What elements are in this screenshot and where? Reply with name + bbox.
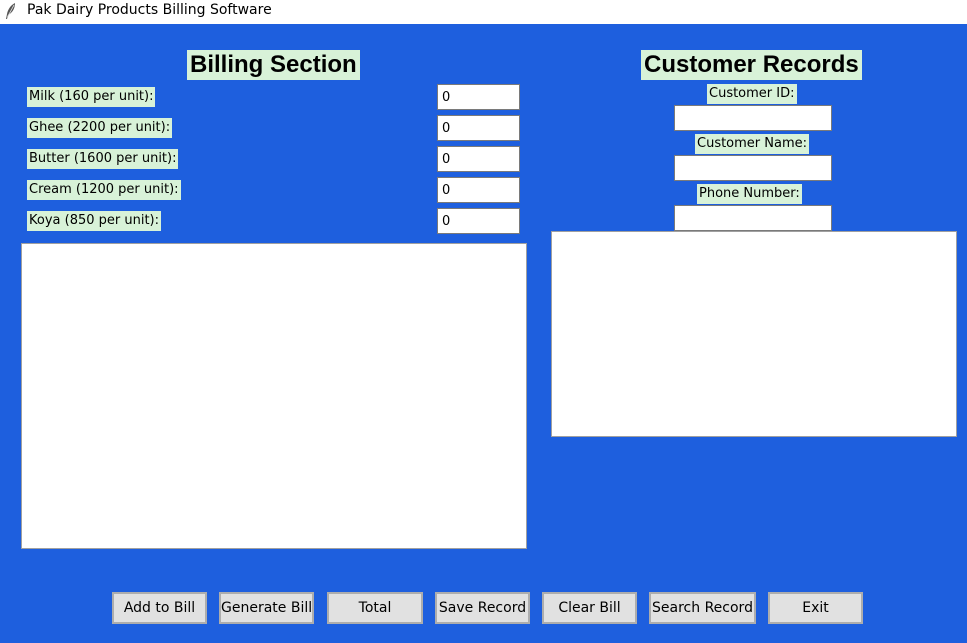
title-bar: Pak Dairy Products Billing Software [0,0,967,24]
feather-icon [6,3,15,19]
phone-number-label: Phone Number: [697,184,802,204]
exit-button[interactable]: Exit [768,592,863,624]
bill-text-area[interactable] [21,243,527,549]
butter-quantity-input[interactable] [437,146,520,172]
customer-records-heading: Customer Records [641,50,862,80]
add-to-bill-button[interactable]: Add to Bill [112,592,207,624]
save-record-button[interactable]: Save Record [435,592,530,624]
clear-bill-button[interactable]: Clear Bill [542,592,637,624]
koya-quantity-input[interactable] [437,208,520,234]
billing-section-heading: Billing Section [187,50,360,80]
customer-id-label: Customer ID: [707,84,797,104]
window-title: Pak Dairy Products Billing Software [27,2,272,18]
milk-label: Milk (160 per unit): [27,87,156,107]
ghee-label: Ghee (2200 per unit): [27,118,173,138]
search-record-button[interactable]: Search Record [649,592,756,624]
cream-quantity-input[interactable] [437,177,520,203]
butter-label: Butter (1600 per unit): [27,149,179,169]
customer-name-label: Customer Name: [695,134,810,154]
koya-label: Koya (850 per unit): [27,211,162,231]
generate-bill-button[interactable]: Generate Bill [219,592,314,624]
customer-name-input[interactable] [674,155,832,181]
ghee-quantity-input[interactable] [437,115,520,141]
milk-quantity-input[interactable] [437,84,520,110]
total-button[interactable]: Total [327,592,423,624]
customer-records-text-area[interactable] [551,231,957,437]
cream-label: Cream (1200 per unit): [27,180,181,200]
phone-number-input[interactable] [674,205,832,231]
customer-id-input[interactable] [674,105,832,131]
